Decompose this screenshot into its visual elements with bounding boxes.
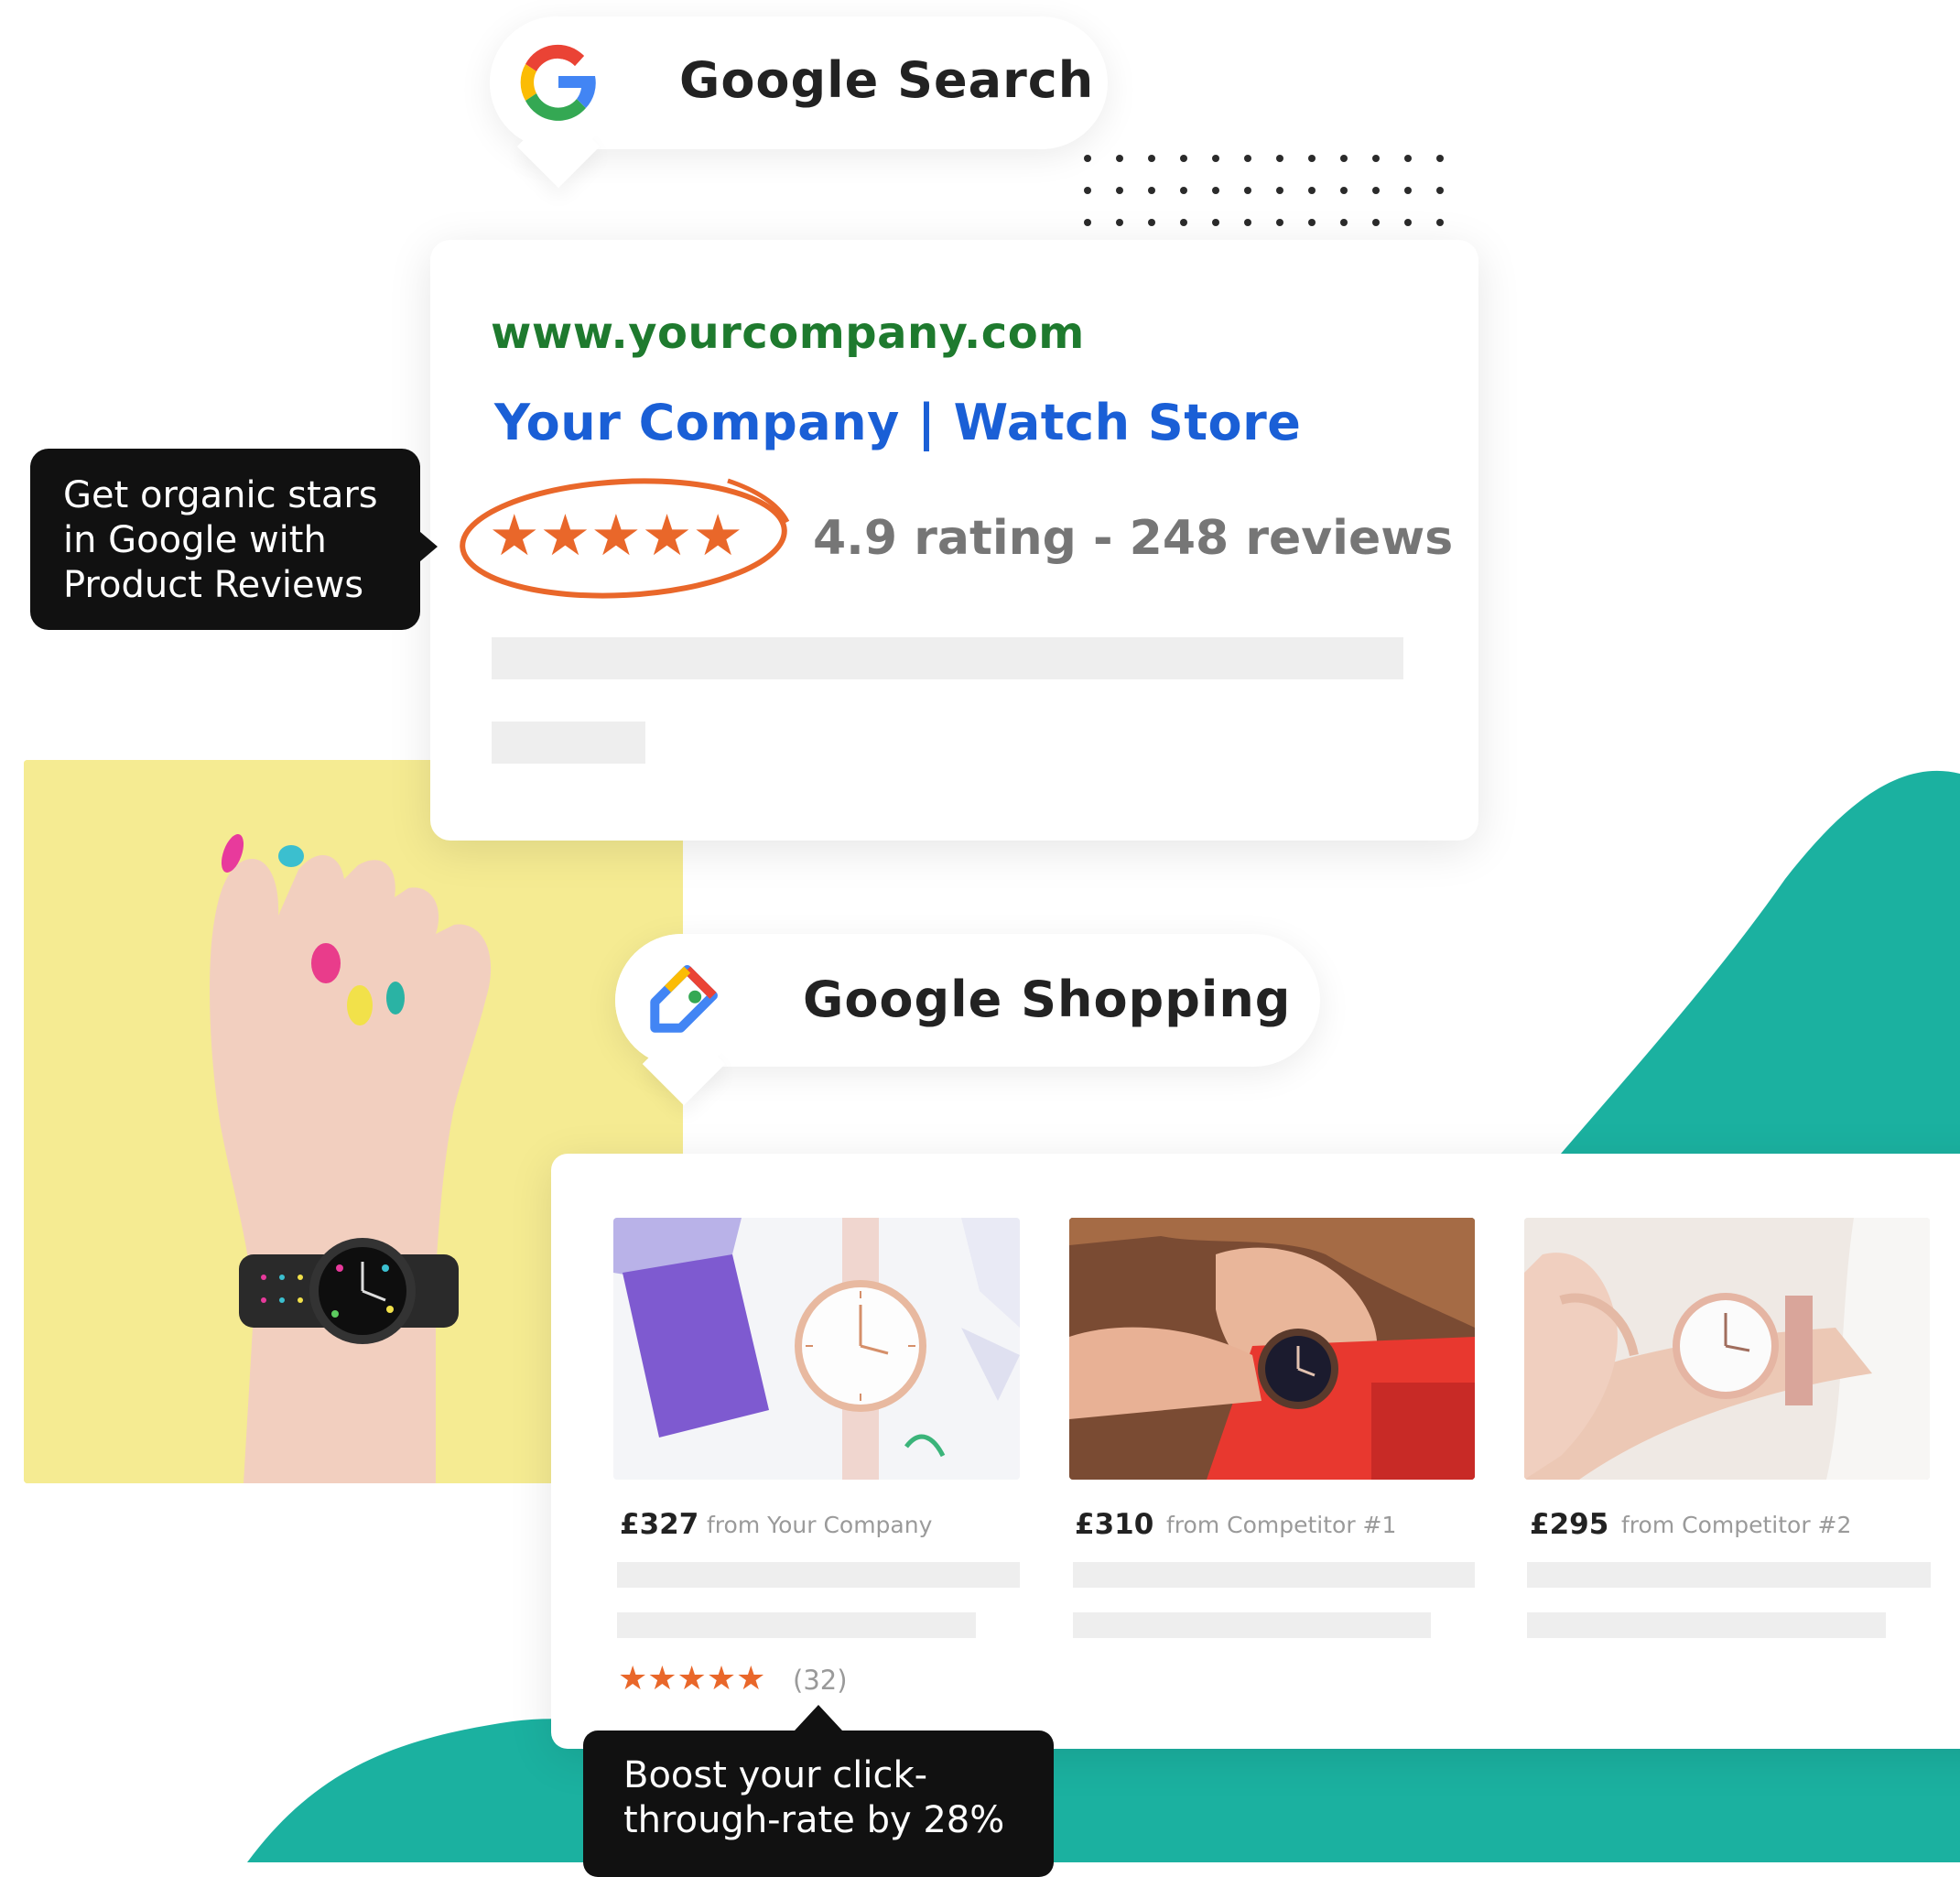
product-2-placeholder-1 [1073,1562,1475,1588]
tooltip-line-1: Get organic stars [63,474,378,516]
decor-dot [1148,219,1155,226]
ctr-tooltip-arrow [795,1705,842,1731]
decor-dot [1436,187,1444,194]
decor-dot [1308,155,1316,162]
result-title-link[interactable]: Your Company | Watch Store [494,394,1301,451]
decor-dot [1308,219,1316,226]
ctr-tooltip-line-1: Boost your click- [623,1754,928,1796]
decor-dot [1276,187,1283,194]
product-price-1: £327 [620,1508,699,1541]
decor-dot [1404,187,1412,194]
decor-dot [1084,187,1091,194]
product-image-3[interactable] [1524,1218,1930,1480]
product-seller-3: from Competitor #2 [1621,1512,1852,1538]
decor-dot [1116,219,1123,226]
decor-dot [1244,187,1251,194]
decor-dot [1340,187,1348,194]
google-g-icon [520,44,596,121]
decor-dot [1404,219,1412,226]
decor-dot [1340,155,1348,162]
product-seller-2: from Competitor #1 [1166,1512,1397,1538]
decor-dot [1244,155,1251,162]
decor-dot [1276,155,1283,162]
decor-dot [1340,219,1348,226]
product-3-placeholder-2 [1527,1612,1886,1638]
result-rating-text: 4.9 rating - 248 reviews [813,511,1454,566]
product-seller-1: from Your Company [707,1512,933,1538]
product-image-2[interactable] [1069,1218,1475,1480]
organic-stars-tooltip-arrow [414,526,438,567]
decor-dot [1276,219,1283,226]
decor-dot [1372,219,1380,226]
product-1-star-rating: ★★★★★ [618,1660,766,1698]
google-shopping-title: Google Shopping [803,971,1292,1028]
organic-stars-tooltip: Get organic stars in Google with Product… [30,449,420,630]
tooltip-line-2: in Google with [63,519,327,561]
decor-dot [1116,155,1123,162]
product-price-2: £310 [1075,1508,1154,1541]
product-image-1[interactable] [613,1218,1020,1480]
result-snippet-placeholder-1 [492,637,1403,679]
result-url[interactable]: www.yourcompany.com [491,308,1085,359]
product-1-placeholder-2 [617,1612,976,1638]
decor-dot [1212,219,1219,226]
decor-dot [1084,219,1091,226]
decor-dot [1180,187,1187,194]
decor-dot [1372,187,1380,194]
product-price-3: £295 [1530,1508,1609,1541]
tooltip-line-3: Product Reviews [63,564,364,606]
decor-dot [1436,219,1444,226]
decor-dot [1372,155,1380,162]
google-search-title: Google Search [679,51,1095,109]
product-2-placeholder-2 [1073,1612,1431,1638]
decor-dot [1116,187,1123,194]
decor-dot [1084,155,1091,162]
ctr-tooltip: Boost your click- through-rate by 28% [583,1731,1054,1877]
decor-dot [1404,155,1412,162]
product-1-placeholder-1 [617,1562,1020,1588]
result-star-rating: ★★★★★ [489,502,743,569]
decor-dot [1212,187,1219,194]
result-snippet-placeholder-2 [492,722,645,764]
decor-dot [1436,155,1444,162]
product-3-placeholder-1 [1527,1562,1931,1588]
decor-dot [1308,187,1316,194]
decor-dot [1244,219,1251,226]
decor-dot [1212,155,1219,162]
google-shopping-tag-icon [650,965,718,1033]
decor-dot [1180,219,1187,226]
decor-dot [1180,155,1187,162]
product-1-review-count: (32) [793,1665,848,1696]
decor-dot [1148,187,1155,194]
ctr-tooltip-line-2: through-rate by 28% [623,1799,1005,1841]
decor-dot [1148,155,1155,162]
